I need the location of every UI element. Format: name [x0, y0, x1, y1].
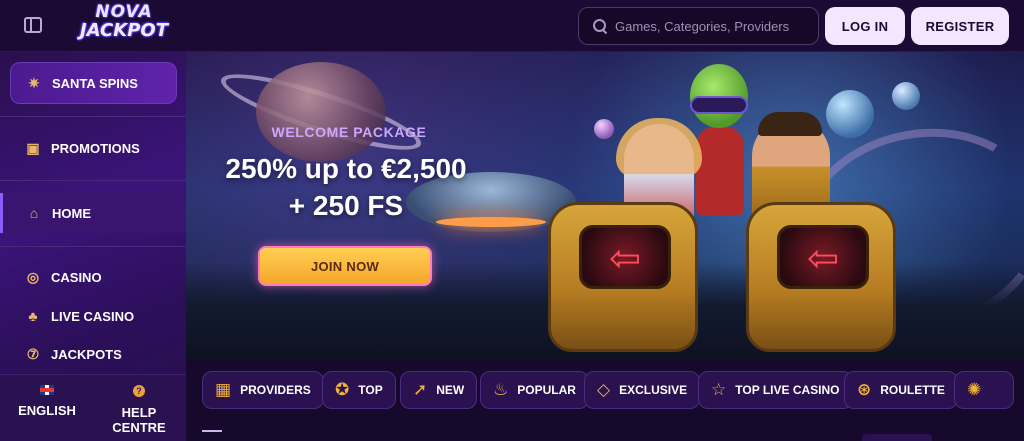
- logo-text-bottom: JACKPOT: [79, 20, 168, 41]
- sidebar-item-label: CASINO: [51, 269, 102, 285]
- language-label: ENGLISH: [18, 403, 76, 418]
- club-icon: ♣: [28, 308, 38, 324]
- search-icon: [593, 19, 607, 33]
- category-top[interactable]: ✪ TOP: [322, 371, 396, 409]
- planet-decoration: [256, 62, 386, 162]
- category-label: PROVIDERS: [240, 383, 311, 397]
- sidebar-item-label: HOME: [52, 205, 91, 221]
- logo[interactable]: NOVA JACKPOT: [70, 4, 178, 46]
- category-label: NEW: [436, 383, 465, 397]
- sidebar-divider: [0, 116, 186, 117]
- gift-icon: ▣: [26, 139, 40, 156]
- search-box[interactable]: [578, 7, 819, 45]
- section-control-stub: [862, 434, 932, 441]
- category-label: ROULETTE: [880, 383, 945, 397]
- login-button[interactable]: LOG IN: [825, 7, 905, 45]
- category-label: POPULAR: [517, 383, 576, 397]
- category-new[interactable]: ➚ NEW: [400, 371, 478, 409]
- roulette-icon: ⊛: [857, 380, 872, 400]
- bumper-car: [548, 202, 698, 352]
- category-popular[interactable]: ♨ POPULAR: [480, 371, 589, 409]
- sidebar-toggle-icon[interactable]: [24, 17, 42, 33]
- chip-icon: ◎: [26, 268, 40, 285]
- category-label: EXCLUSIVE: [619, 383, 688, 397]
- category-exclusive[interactable]: ◇ EXCLUSIVE: [584, 371, 701, 409]
- join-now-button[interactable]: JOIN NOW: [258, 246, 432, 286]
- language-selector[interactable]: ENGLISH: [14, 385, 80, 418]
- sidebar-item-label: JACKPOTS: [51, 346, 122, 362]
- category-top-live-casino[interactable]: ☆ TOP LIVE CASINO: [698, 371, 853, 409]
- category-bar: ▦ PROVIDERS ✪ TOP ➚ NEW ♨ POPULAR ◇ EXCL…: [186, 360, 1024, 441]
- flame-icon: ♨: [493, 380, 509, 400]
- help-label: HELP CENTRE: [112, 405, 166, 435]
- uk-flag-icon: [40, 385, 54, 395]
- medal-icon: ✪: [335, 380, 350, 400]
- category-roulette[interactable]: ⊛ ROULETTE: [844, 371, 958, 409]
- wheel-icon: ✺: [967, 380, 982, 400]
- sidebar-divider: [0, 246, 186, 247]
- sidebar-item-home[interactable]: ⌂ HOME: [0, 193, 186, 233]
- register-button[interactable]: REGISTER: [911, 7, 1009, 45]
- planet-decoration: [826, 90, 874, 138]
- star-icon: ✷: [28, 74, 40, 91]
- sidebar-footer: ENGLISH ? HELP CENTRE: [0, 374, 186, 441]
- section-title-stub: [202, 430, 222, 441]
- search-input[interactable]: [615, 18, 815, 34]
- category-label: TOP LIVE CASINO: [735, 383, 840, 397]
- seven-icon: ⑦: [26, 345, 40, 362]
- sidebar-item-casino[interactable]: ◎ CASINO: [0, 257, 186, 297]
- diamond-icon: ◇: [597, 380, 611, 400]
- category-providers[interactable]: ▦ PROVIDERS: [202, 371, 324, 409]
- category-more[interactable]: ✺: [954, 371, 1014, 409]
- category-label: TOP: [358, 383, 383, 397]
- sidebar-item-promotions[interactable]: ▣ PROMOTIONS: [0, 128, 186, 168]
- hero-subheadline: + 250 FS: [288, 190, 404, 221]
- sidebar-item-live-casino[interactable]: ♣ LIVE CASINO: [0, 296, 186, 336]
- arrow-screen-icon: [579, 225, 671, 289]
- sidebar-item-label: SANTA SPINS: [52, 75, 138, 91]
- sidebar-item-label: LIVE CASINO: [51, 308, 135, 324]
- bumper-car: [746, 202, 896, 352]
- help-icon: ?: [133, 385, 145, 397]
- sidebar-item-jackpots[interactable]: ⑦ JACKPOTS: [0, 334, 186, 374]
- alien-glasses: [690, 96, 748, 114]
- home-icon: ⌂: [29, 205, 39, 221]
- top-header: NOVA JACKPOT LOG IN REGISTER: [0, 0, 1024, 52]
- sidebar-item-santa-spins[interactable]: ✷ SANTA SPINS: [10, 62, 177, 104]
- arrow-screen-icon: [777, 225, 869, 289]
- hero-eyebrow: WELCOME PACKAGE: [271, 124, 427, 140]
- hero-headline: 250% up to €2,500: [225, 153, 467, 184]
- sidebar-divider: [0, 180, 186, 181]
- man-hair: [758, 112, 822, 136]
- hero-banner: WELCOME PACKAGE 250% up to €2,500 + 250 …: [186, 52, 1024, 360]
- help-centre-link[interactable]: ? HELP CENTRE: [96, 385, 182, 435]
- alien-body: [696, 126, 744, 216]
- planet-decoration: [892, 82, 920, 110]
- star-icon: ☆: [711, 380, 727, 400]
- logo-text-top: NOVA: [95, 2, 153, 22]
- rocket-icon: ➚: [413, 380, 428, 400]
- sidebar: ✷ SANTA SPINS ▣ PROMOTIONS ⌂ HOME ◎ CASI…: [0, 52, 186, 441]
- planet-decoration: [594, 119, 614, 139]
- grid-icon: ▦: [215, 380, 232, 400]
- sidebar-item-label: PROMOTIONS: [51, 140, 140, 156]
